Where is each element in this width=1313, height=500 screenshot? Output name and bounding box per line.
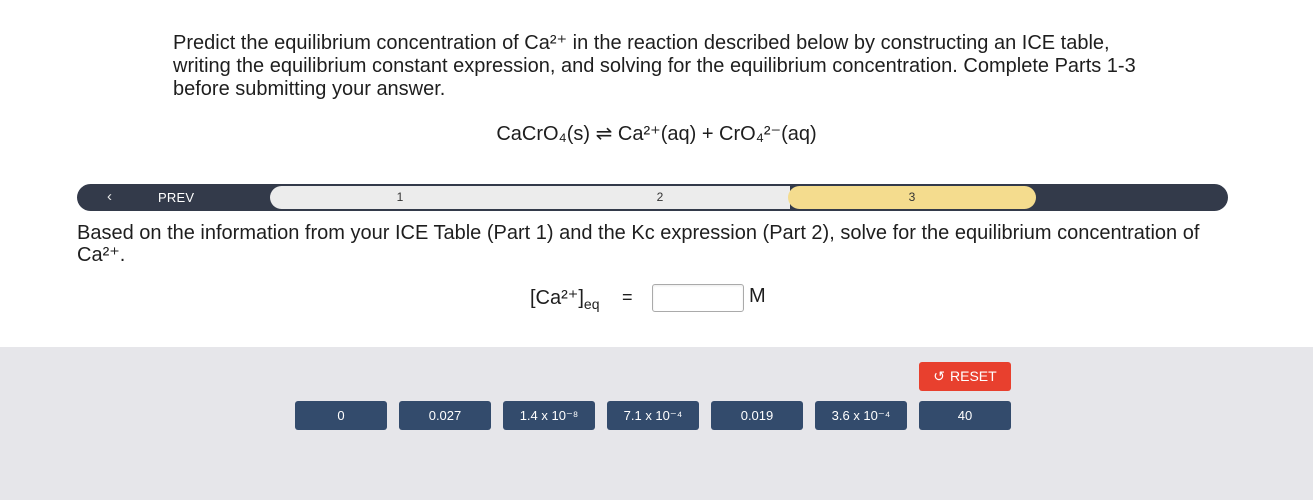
step-2-tab[interactable]: 2: [530, 186, 790, 209]
answer-tile[interactable]: 0.019: [711, 401, 803, 430]
step-1-tab[interactable]: 1: [270, 186, 530, 209]
reaction-equation: CaCrO₄(s) ⇌ Ca²⁺(aq) + CrO₄²⁻(aq): [496, 123, 817, 145]
question-text: Predict the equilibrium concentration of…: [173, 32, 1136, 100]
answer-row: [Ca²⁺]eq = M: [0, 283, 1313, 323]
answer-tile-tray: ↺ RESET 0 0.027 1.4 x 10⁻⁸ 7.1 x 10⁻⁴ 0.0…: [0, 347, 1313, 500]
reset-button[interactable]: ↺ RESET: [919, 362, 1011, 391]
progress-bar: ‹ PREV 1 2 3: [77, 184, 1228, 211]
answer-unit: M: [749, 285, 766, 307]
answer-tile[interactable]: 0.027: [399, 401, 491, 430]
answer-tile[interactable]: 0: [295, 401, 387, 430]
prev-button[interactable]: ‹ PREV: [77, 184, 270, 211]
answer-label-main: [Ca²⁺]: [530, 287, 584, 309]
reset-label: RESET: [950, 368, 997, 384]
step-3-tab[interactable]: 3: [788, 186, 1036, 209]
answer-tile[interactable]: 3.6 x 10⁻⁴: [815, 401, 907, 430]
chevron-left-icon: ‹: [107, 188, 112, 205]
answer-tile[interactable]: 7.1 x 10⁻⁴: [607, 401, 699, 430]
answer-label: [Ca²⁺]eq: [530, 285, 599, 312]
answer-drop-box[interactable]: [652, 284, 744, 312]
answer-tile[interactable]: 40: [919, 401, 1011, 430]
reset-icon: ↺: [933, 368, 946, 384]
answer-tile[interactable]: 1.4 x 10⁻⁸: [503, 401, 595, 430]
answer-label-sub: eq: [583, 296, 600, 312]
equals-sign: =: [622, 287, 633, 307]
prev-label: PREV: [158, 190, 195, 205]
part-prompt: Based on the information from your ICE T…: [77, 222, 1200, 266]
